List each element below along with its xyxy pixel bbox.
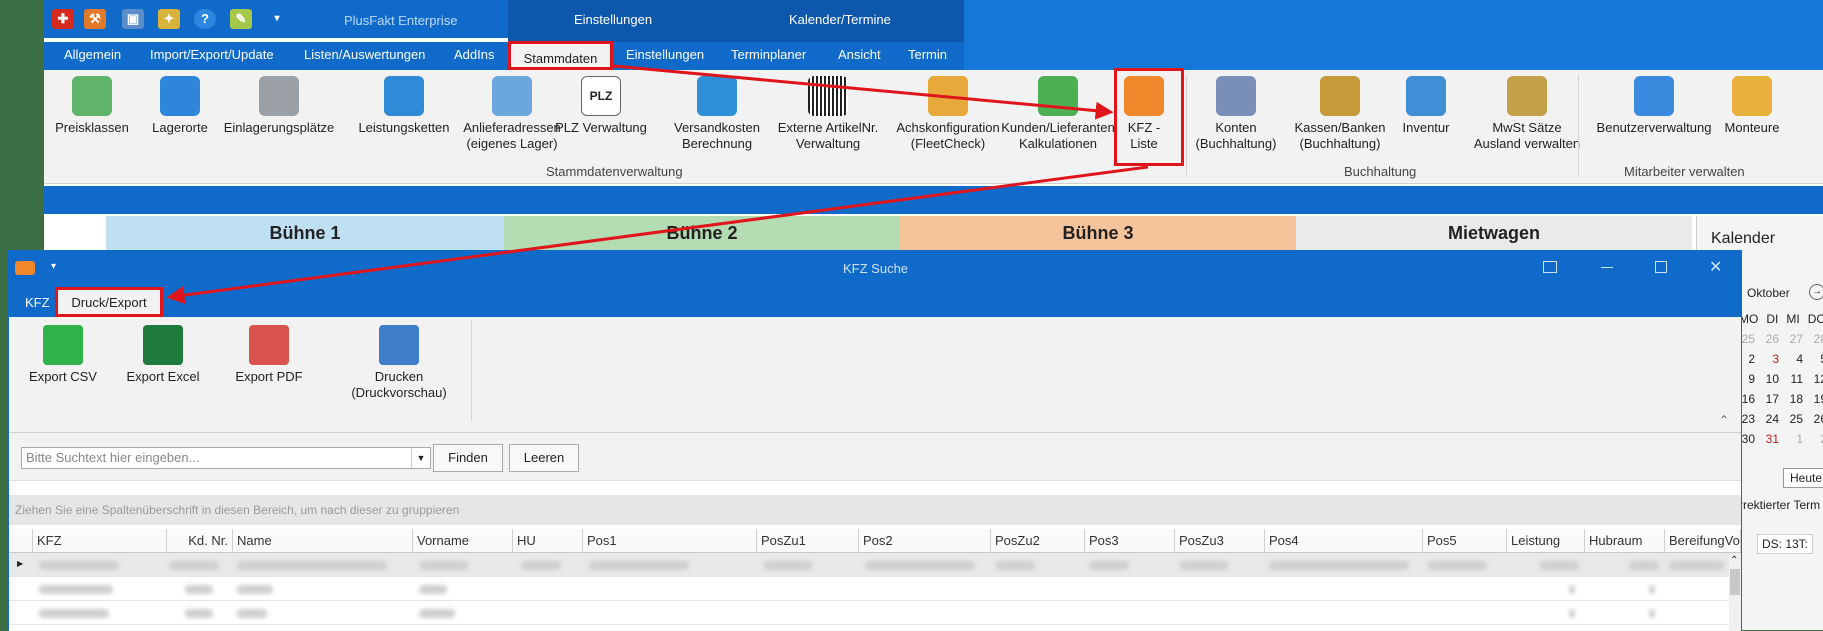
- annotation-arrows: [166, 64, 1149, 305]
- arrow-kfz-to-druck: [166, 165, 1149, 305]
- arrow-stammdaten-to-kfz: [613, 64, 1114, 120]
